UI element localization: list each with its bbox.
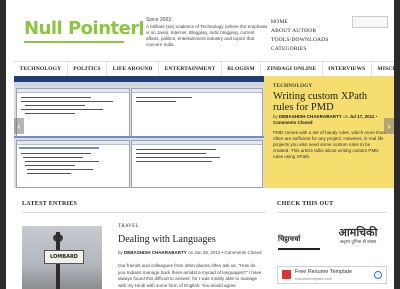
ad-title: Free Resume Template (295, 269, 353, 275)
code-line (25, 113, 75, 114)
search-input[interactable] (352, 16, 388, 28)
nav-item-life-around[interactable]: LIFE AROUND (107, 62, 160, 76)
featured-panel: TECHNOLOGY Writing custom XPath rules fo… (264, 76, 394, 188)
document-icon (282, 270, 291, 279)
logo-underline (24, 41, 124, 43)
nav-item-technology[interactable]: TECHNOLOGY (14, 62, 68, 76)
featured-title[interactable]: Writing custom XPath rules for PMD (273, 91, 388, 113)
code-line (23, 157, 83, 158)
post-category[interactable]: TRAVEL (118, 224, 139, 229)
posted-by-label: by (118, 250, 123, 255)
ide-pane-xpath (131, 88, 263, 137)
nav-item-entertainment[interactable]: ENTERTAINMENT (159, 62, 222, 76)
ide-toolbar (14, 82, 264, 86)
pane-header (17, 89, 129, 93)
ad-banner[interactable]: Free Resume Template resumetemplate.com … (277, 266, 387, 284)
nav-item-blogism[interactable]: BLOGISM (222, 62, 262, 76)
meta-separator: • (375, 114, 378, 119)
featured-author[interactable]: DEBASHISH CHAKRABARTY (279, 114, 342, 119)
code-line (21, 109, 103, 110)
featured-meta: by DEBASHISH CHAKRABARTY on Jul 17, 2011… (273, 114, 391, 125)
site-logo[interactable]: Null Pointer (24, 18, 143, 39)
chitthacharcha-logo[interactable]: चिट्ठाचर्चा (278, 230, 320, 250)
code-line (136, 157, 220, 158)
ide-pane-code (16, 88, 130, 137)
code-line (25, 161, 99, 162)
slider-prev-button[interactable]: ‹ (14, 118, 24, 134)
post-title[interactable]: Dealing with Languages (118, 234, 216, 245)
pane-header (132, 89, 262, 93)
divider (22, 212, 266, 213)
nav-item-interviews[interactable]: INTERVIEWS (323, 62, 372, 76)
date-prefix: on (188, 250, 194, 255)
code-line (136, 101, 176, 102)
code-line (21, 97, 91, 98)
featured-comments: Comments Closed (273, 119, 313, 125)
featured-category[interactable]: TECHNOLOGY (273, 84, 312, 89)
top-link-tools-downloads[interactable]: TOOLS/DOWNLOADS (271, 36, 329, 45)
featured-date: Jul 17, 2011 (349, 114, 375, 119)
site-logo-text: Null Pointer (24, 18, 139, 39)
code-line (27, 173, 71, 174)
site-tagline: Since 2003 A brilliant (sic) coalesce of… (146, 17, 268, 48)
post-thumbnail[interactable]: LOMBARD (22, 226, 102, 289)
latest-entries-title: LATEST ENTRIES (22, 201, 78, 207)
top-links: HOME ABOUT AUTHOR TOOLS/DOWNLOADS CATEGO… (271, 18, 329, 54)
highlight-row (14, 136, 264, 138)
top-link-about-author[interactable]: ABOUT AUTHOR (271, 27, 329, 36)
since-text: Since 2003 (146, 17, 172, 23)
post-meta: by DEBASHISH CHAKRABARTY on Jun 28, 2012… (118, 250, 268, 255)
street-sign: LOMBARD (44, 250, 84, 264)
ide-pane-ast (16, 140, 130, 188)
chevron-right-icon: › (387, 121, 391, 131)
code-line (21, 153, 91, 154)
featured-image[interactable] (14, 76, 264, 188)
ide-pane-result (131, 140, 263, 188)
code-line (136, 153, 206, 154)
ad-subtitle: resumetemplate.com (295, 276, 333, 281)
date-prefix: on (343, 114, 349, 119)
nav-item-politics[interactable]: POLITICS (68, 62, 108, 76)
code-line (25, 105, 85, 106)
posted-by-label: by (273, 114, 278, 119)
divider (277, 212, 387, 213)
aamchiki-logo-title: आमचिकी (338, 226, 378, 239)
cursor-icon (139, 21, 143, 35)
code-line (136, 161, 212, 162)
code-line (136, 97, 192, 98)
top-link-home[interactable]: HOME (271, 18, 329, 27)
post-date: Jun 28, 2012 (194, 250, 221, 255)
highlight-row (19, 147, 99, 149)
code-line (21, 101, 113, 102)
tagline-text: A brilliant (sic) coalesce of Technology… (146, 24, 268, 47)
page: Null Pointer Since 2003 A brilliant (sic… (6, 0, 394, 289)
aamchiki-logo-subtitle: अदृश्य दुनिया से वास्ता (339, 240, 377, 245)
pane-header (17, 141, 129, 145)
code-line (25, 165, 75, 166)
aamchiki-logo[interactable]: आमचिकी अदृश्य दुनिया से वास्ता (328, 226, 388, 248)
top-link-categories[interactable]: CATEGORIES (271, 45, 329, 54)
pane-header (132, 141, 262, 145)
nav-item-zindagi-online[interactable]: ZINDAGI ONLINE (261, 62, 323, 76)
chevron-left-icon: ‹ (17, 121, 21, 131)
post-author[interactable]: DEBASHISH CHAKRABARTY (124, 250, 187, 255)
code-line (27, 169, 93, 170)
main-nav: TECHNOLOGY POLITICS LIFE AROUND ENTERTAI… (14, 61, 394, 77)
featured-excerpt: PMD comes with a set of handy rules, whi… (273, 130, 386, 159)
post-comments: Comments Closed (224, 250, 262, 255)
nav-item-miscellany[interactable]: MISCELLANY (372, 62, 394, 76)
check-this-out-title: CHECK THIS OUT (277, 201, 334, 207)
chevron-right-icon[interactable]: › (374, 271, 382, 279)
slider-next-button[interactable]: › (384, 118, 394, 134)
code-line (136, 149, 216, 150)
meta-separator: • (221, 250, 224, 255)
post-excerpt: Our friends and colleagues from other pl… (118, 263, 262, 288)
